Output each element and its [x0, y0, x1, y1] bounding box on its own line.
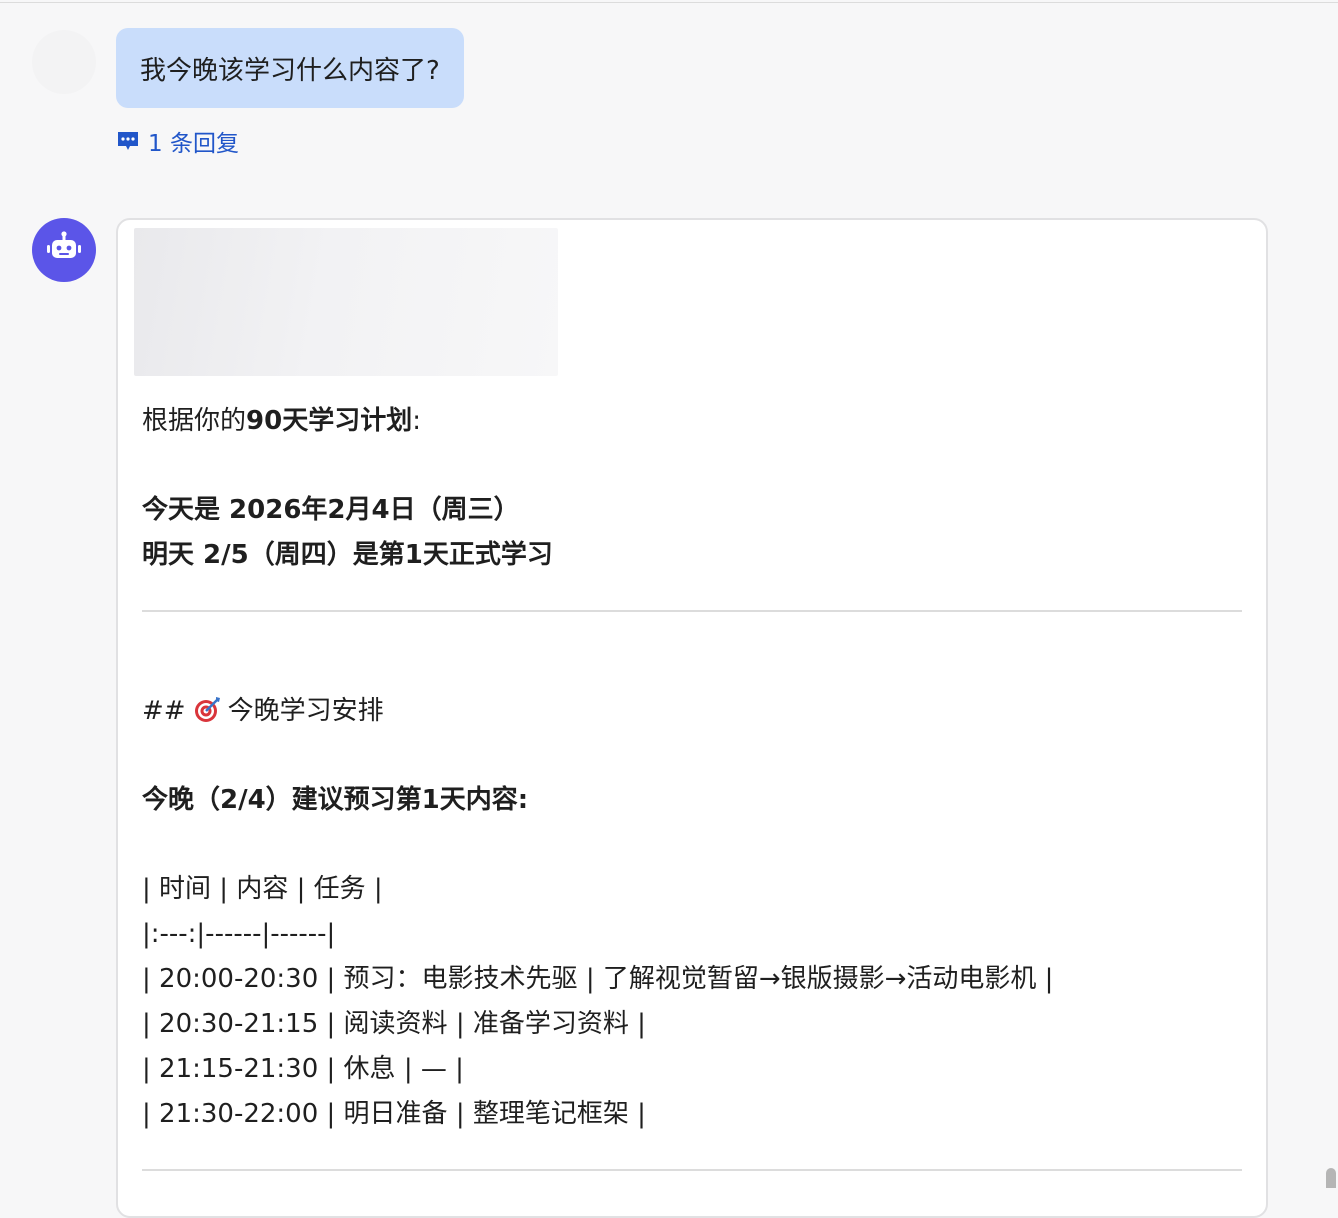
- user-message-text: 我今晚该学习什么内容了?: [140, 55, 440, 86]
- comment-bubble-icon: [116, 129, 140, 153]
- tomorrow-line: 明天 2/5（周四）是第1天正式学习: [142, 540, 553, 570]
- intro-line: 根据你的90天学习计划:: [142, 404, 421, 438]
- suggestion-line: 今晚（2/4）建议预习第1天内容:: [142, 785, 529, 815]
- message-image-placeholder[interactable]: [134, 228, 558, 376]
- divider: [142, 1169, 1242, 1171]
- table-line: | 时间 | 内容 | 任务 |: [142, 874, 383, 904]
- intro-prefix: 根据你的: [142, 406, 247, 436]
- reply-count-label: 1 条回复: [148, 131, 239, 157]
- table-line: | 21:15-21:30 | 休息 | — |: [142, 1054, 464, 1084]
- section-title: 今晚学习安排: [227, 696, 384, 726]
- table-line: |:---:|------|------|: [142, 919, 336, 949]
- section-heading: ## 今晚学习安排: [142, 694, 384, 728]
- intro-plan-name: 90天学习计划: [246, 406, 413, 436]
- bot-message-card: 根据你的90天学习计划: 今天是 2026年2月4日（周三） 明天 2/5（周四…: [116, 218, 1268, 1218]
- user-avatar[interactable]: [32, 30, 96, 94]
- robot-icon: [44, 228, 84, 272]
- divider: [142, 610, 1242, 612]
- table-line: | 20:00-20:30 | 预习：电影技术先驱 | 了解视觉暂留→银版摄影→…: [142, 964, 1054, 994]
- today-line: 今天是 2026年2月4日（周三）: [142, 495, 520, 525]
- intro-suffix: :: [412, 406, 421, 436]
- heading-marker: ##: [142, 696, 186, 726]
- thread-replies-link[interactable]: 1 条回复: [116, 126, 239, 157]
- scrollbar-thumb[interactable]: [1326, 1168, 1336, 1188]
- table-line: | 20:30-21:15 | 阅读资料 | 准备学习资料 |: [142, 1009, 646, 1039]
- top-divider: [0, 2, 1338, 3]
- target-dart-icon: [192, 694, 222, 724]
- table-line: | 21:30-22:00 | 明日准备 | 整理笔记框架 |: [142, 1099, 646, 1129]
- user-message-bubble: 我今晚该学习什么内容了?: [116, 28, 464, 108]
- bot-avatar[interactable]: [32, 218, 96, 282]
